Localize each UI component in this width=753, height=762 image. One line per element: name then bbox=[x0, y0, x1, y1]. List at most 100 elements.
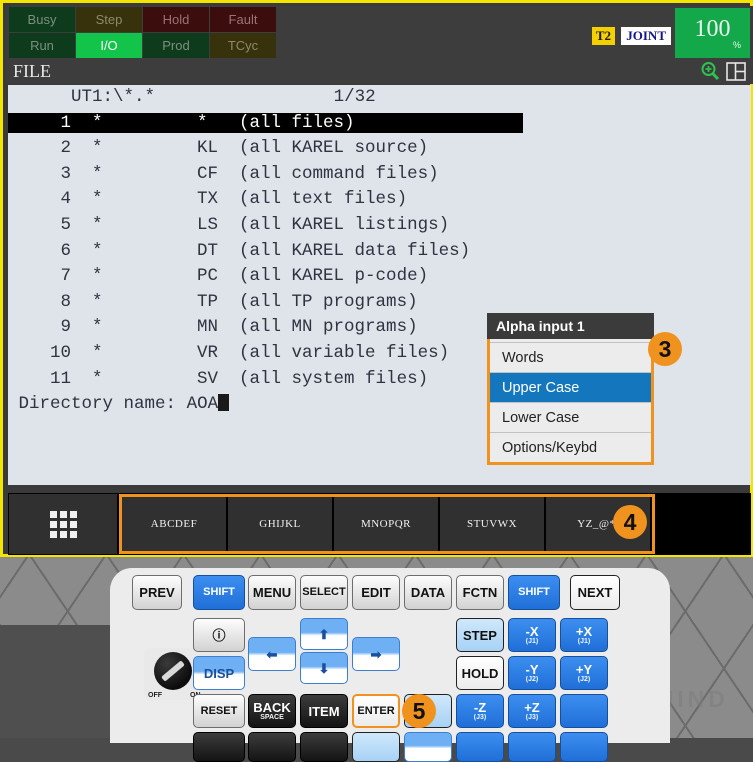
key--y-19[interactable]: -Y (J2) bbox=[508, 656, 556, 690]
file-path-line: UT1:\*.* 1/32 bbox=[8, 85, 751, 111]
key-shift-7[interactable]: SHIFT bbox=[508, 575, 560, 610]
titlebar-icons bbox=[700, 61, 746, 81]
split-panel-icon[interactable] bbox=[726, 61, 746, 81]
key-label: ⓘ bbox=[212, 627, 226, 643]
key-blank-29[interactable] bbox=[193, 732, 245, 762]
key-blank-33[interactable] bbox=[404, 732, 452, 762]
grid-menu-button[interactable] bbox=[9, 494, 117, 554]
key-label: PREV bbox=[139, 585, 175, 600]
function-key-1[interactable]: ABCDEF bbox=[122, 497, 226, 551]
key-select-3[interactable]: SELECT bbox=[300, 575, 348, 610]
key-blank-13[interactable]: ➡ bbox=[352, 637, 400, 671]
status-indicator-prod: Prod bbox=[143, 33, 209, 58]
key-blank-10[interactable]: ⬅ bbox=[248, 637, 296, 671]
override-indicator[interactable]: 100 % bbox=[675, 8, 750, 59]
table-row[interactable]: 8 * TP (all TP programs) bbox=[8, 290, 751, 316]
key-disp-17[interactable]: DISP bbox=[193, 656, 245, 690]
page-title: FILE bbox=[13, 60, 51, 81]
key-label: -Z bbox=[473, 700, 487, 715]
table-row[interactable]: 7 * PC (all KAREL p-code) bbox=[8, 264, 751, 290]
status-bar: Busy Step Hold Fault Run I/O Prod TCyc T2 JOINT… bbox=[6, 6, 753, 59]
callout-badge-4: 4 bbox=[613, 505, 647, 539]
key-next-8[interactable]: NEXT bbox=[570, 575, 620, 610]
key-label: ⬇ bbox=[318, 660, 330, 676]
table-row-text: 6 * DT (all KAREL data files) bbox=[8, 240, 523, 261]
override-unit: % bbox=[732, 39, 741, 50]
key-edit-4[interactable]: EDIT bbox=[352, 575, 400, 610]
table-row-text: 9 * MN (all MN programs) bbox=[8, 317, 523, 338]
coord-badge: JOINT bbox=[621, 27, 671, 45]
key-step-14[interactable]: STEP bbox=[456, 618, 504, 652]
table-row-text: 3 * CF (all command files) bbox=[8, 163, 523, 184]
key-label: SHIFT bbox=[203, 586, 235, 598]
key-blank-28[interactable] bbox=[560, 694, 608, 728]
key-item-23[interactable]: ITEM bbox=[300, 694, 348, 728]
key-fctn-6[interactable]: FCTN bbox=[456, 575, 504, 610]
key--z-26[interactable]: -Z (J3) bbox=[456, 694, 504, 728]
key--x-15[interactable]: -X (J1) bbox=[508, 618, 556, 652]
table-row[interactable]: 1 * * (all files) bbox=[8, 111, 751, 137]
status-bar-middle: T2 JOINT 100 % bbox=[279, 7, 753, 59]
key-label: ⬅ bbox=[266, 646, 278, 662]
power-knob[interactable] bbox=[154, 652, 192, 690]
table-row[interactable]: 6 * DT (all KAREL data files) bbox=[8, 239, 751, 265]
menu-item-upper-case[interactable]: Upper Case bbox=[490, 372, 651, 402]
key-label: -Y bbox=[525, 662, 539, 677]
text-cursor bbox=[218, 394, 230, 412]
menu-item-options-keybd[interactable]: Options/Keybd bbox=[490, 432, 651, 462]
table-row-text: 5 * LS (all KAREL listings) bbox=[8, 214, 523, 235]
status-indicator-grid: Busy Step Hold Fault Run I/O Prod TCyc bbox=[9, 7, 276, 58]
table-row-text: 11 * SV (all system files) bbox=[8, 368, 523, 389]
function-key-4[interactable]: STUVWX bbox=[440, 497, 544, 551]
key-+z-27[interactable]: +Z (J3) bbox=[508, 694, 556, 728]
key-reset-21[interactable]: RESET bbox=[193, 694, 245, 728]
key-blank-11[interactable]: ⬆ bbox=[300, 618, 348, 650]
key-blank-36[interactable] bbox=[560, 732, 608, 762]
table-row-text: 1 * * (all files) bbox=[8, 112, 523, 133]
key-label: BACK bbox=[253, 700, 291, 715]
key-label: +X bbox=[575, 624, 593, 639]
key-hold-18[interactable]: HOLD bbox=[456, 656, 504, 690]
knob-off-label: OFF bbox=[148, 692, 162, 699]
status-indicator-i-o: I/O bbox=[76, 33, 142, 58]
key-menu-2[interactable]: MENU bbox=[248, 575, 296, 610]
key-enter-24[interactable]: ENTER bbox=[352, 694, 400, 728]
key-blank-12[interactable]: ⬇ bbox=[300, 652, 348, 684]
menu-item-words[interactable]: Words bbox=[490, 342, 651, 372]
function-key-3[interactable]: MNOPQR bbox=[334, 497, 438, 551]
key-blank-31[interactable] bbox=[300, 732, 348, 762]
menu-item-lower-case[interactable]: Lower Case bbox=[490, 402, 651, 432]
key-label: ENTER bbox=[357, 704, 395, 717]
key-sublabel: (J3) bbox=[525, 714, 539, 721]
page-counter: 1/32 bbox=[333, 87, 376, 107]
table-row[interactable]: 4 * TX (all text files) bbox=[8, 187, 751, 213]
table-row[interactable]: 3 * CF (all command files) bbox=[8, 162, 751, 188]
key-label: RESET bbox=[200, 704, 238, 717]
table-row[interactable]: 5 * LS (all KAREL listings) bbox=[8, 213, 751, 239]
key-+x-16[interactable]: +X (J1) bbox=[560, 618, 608, 652]
function-key-row: ABCDEF GHIJKL MNOPQR STUVWX YZ_@*. bbox=[9, 494, 655, 554]
key-blank-9[interactable]: ⓘ bbox=[193, 618, 245, 652]
table-row-text: 8 * TP (all TP programs) bbox=[8, 291, 523, 312]
key-data-5[interactable]: DATA bbox=[404, 575, 452, 610]
status-indicator-step: Step bbox=[76, 7, 142, 32]
key-back-22[interactable]: BACK SPACE bbox=[248, 694, 296, 728]
alpha-input-menu: Words Upper Case Lower Case Options/Keybd bbox=[490, 342, 651, 462]
title-bar: FILE bbox=[6, 58, 753, 84]
function-key-2[interactable]: GHIJKL bbox=[228, 497, 332, 551]
key-shift-1[interactable]: SHIFT bbox=[193, 575, 245, 610]
key-+y-20[interactable]: +Y (J2) bbox=[560, 656, 608, 690]
key-blank-34[interactable] bbox=[456, 732, 504, 762]
key-label: DATA bbox=[410, 585, 446, 600]
key-blank-32[interactable] bbox=[352, 732, 400, 762]
key-blank-35[interactable] bbox=[508, 732, 556, 762]
table-row[interactable]: 2 * KL (all KAREL source) bbox=[8, 136, 751, 162]
key-label: STEP bbox=[463, 627, 497, 643]
status-indicator-hold: Hold bbox=[143, 7, 209, 32]
callout-badge-5: 5 bbox=[402, 694, 436, 728]
directory-prompt-value: AOA bbox=[186, 394, 219, 415]
key-blank-30[interactable] bbox=[248, 732, 296, 762]
magnifier-plus-icon[interactable] bbox=[700, 61, 720, 81]
key-label: FCTN bbox=[462, 585, 498, 600]
key-prev-0[interactable]: PREV bbox=[132, 575, 182, 610]
